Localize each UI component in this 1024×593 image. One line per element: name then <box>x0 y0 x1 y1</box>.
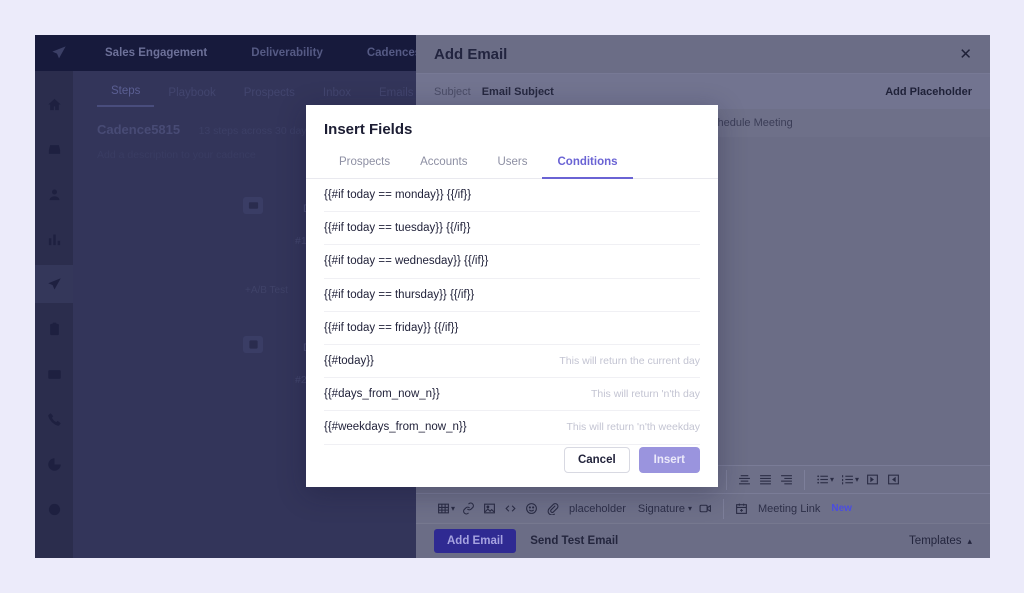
insert-fields-dialog: Insert Fields Prospects Accounts Users C… <box>306 105 718 487</box>
subject-input[interactable]: Email Subject <box>482 86 554 98</box>
field-code: {{#if today == wednesday}} {{/if}} <box>324 255 489 268</box>
topnav-item-deliverability[interactable]: Deliverability <box>229 47 345 59</box>
indent-icon[interactable] <box>883 470 904 490</box>
close-icon[interactable]: ✕ <box>959 47 972 62</box>
insert-fields-tabs: Prospects Accounts Users Conditions <box>306 151 718 179</box>
gear-icon[interactable] <box>35 490 73 528</box>
insert-fields-title: Insert Fields <box>324 121 413 138</box>
insert-button[interactable]: Insert <box>638 447 700 473</box>
emoji-icon[interactable] <box>521 499 542 519</box>
page-title: Cadence5815 <box>97 122 181 137</box>
clipboard-icon[interactable] <box>35 310 73 348</box>
add-email-button[interactable]: Add Email <box>434 529 517 553</box>
tab-playbook[interactable]: Playbook <box>154 87 229 107</box>
person-icon[interactable] <box>35 175 73 213</box>
status-badge: New <box>831 503 852 514</box>
field-code: {{#if today == friday}} {{/if}} <box>324 321 459 334</box>
field-hint: This will return 'n'th weekday <box>566 421 700 434</box>
editor-toolbar-insert: ▾ placeholder Signature ▾ Meeting Link N… <box>416 493 990 523</box>
list-item[interactable]: {{#if today == thursday}} {{/if}} <box>324 279 700 312</box>
chevron-down-icon[interactable]: ▾ <box>688 504 692 513</box>
outdent-icon[interactable] <box>862 470 883 490</box>
list-item[interactable]: {{#if today == friday}} {{/if}} <box>324 312 700 345</box>
calendar-icon[interactable] <box>731 499 752 519</box>
paper-plane-icon[interactable] <box>35 265 73 303</box>
field-code: {{#weekdays_from_now_n}} <box>324 421 467 434</box>
field-hint: This will return the current day <box>559 355 700 368</box>
pie-chart-icon[interactable] <box>35 445 73 483</box>
chevron-down-icon[interactable]: ▾ <box>830 475 834 484</box>
topnav-item-sales-engagement[interactable]: Sales Engagement <box>83 47 229 59</box>
chevron-up-icon: ▴ <box>967 535 972 546</box>
insert-fields-footer: Cancel Insert <box>546 433 718 487</box>
tab-prospects[interactable]: Prospects <box>324 151 405 179</box>
cadence-subtitle: 13 steps across 30 days <box>198 125 312 137</box>
field-code: {{#if today == monday}} {{/if}} <box>324 189 472 202</box>
list-item[interactable]: {{#if today == monday}} {{/if}} <box>324 179 700 213</box>
list-group: ▾ ▾ <box>804 469 911 490</box>
schedule-meeting-label[interactable]: chedule Meeting <box>712 117 793 129</box>
video-icon[interactable] <box>695 499 716 519</box>
insert-group: ▾ placeholder Signature ▾ <box>426 499 723 519</box>
tab-prospects[interactable]: Prospects <box>230 87 309 107</box>
chevron-down-icon[interactable]: ▾ <box>855 475 859 484</box>
bar-chart-icon[interactable] <box>35 220 73 258</box>
list-item[interactable]: {{#days_from_now_n}} This will return 'n… <box>324 378 700 412</box>
add-email-title: Add Email <box>434 45 508 63</box>
envelope-icon <box>243 197 263 214</box>
add-email-footer: Add Email Send Test Email Templates ▴ <box>416 523 990 558</box>
step-number: #1 <box>295 235 307 247</box>
alignment-group <box>726 469 804 490</box>
attachment-icon[interactable] <box>542 499 563 519</box>
paper-plane-icon[interactable] <box>35 35 83 71</box>
linkedin-icon <box>243 336 263 353</box>
meeting-link-group: Meeting Link New <box>723 498 859 519</box>
add-email-header: Add Email ✕ <box>416 35 990 74</box>
templates-label: Templates <box>909 535 962 547</box>
list-item[interactable]: {{#if today == tuesday}} {{/if}} <box>324 212 700 246</box>
align-right-icon[interactable] <box>776 470 797 490</box>
home-icon[interactable] <box>35 85 73 123</box>
subject-row: Subject Email Subject Add Placeholder <box>416 74 990 109</box>
tab-inbox[interactable]: Inbox <box>309 87 365 107</box>
tab-conditions[interactable]: Conditions <box>542 151 633 179</box>
list-item[interactable]: {{#today}} This will return the current … <box>324 345 700 379</box>
placeholder-button[interactable]: placeholder <box>563 503 632 515</box>
chevron-down-icon[interactable]: ▾ <box>451 504 455 513</box>
field-code: {{#days_from_now_n}} <box>324 388 440 401</box>
subject-label: Subject <box>434 85 471 98</box>
field-code: {{#today}} <box>324 355 374 368</box>
meeting-link-button[interactable]: Meeting Link <box>752 503 826 515</box>
step-number: #2 <box>295 374 307 386</box>
signature-button[interactable]: Signature <box>632 503 691 515</box>
code-icon[interactable] <box>500 499 521 519</box>
image-icon[interactable] <box>479 499 500 519</box>
add-placeholder-button[interactable]: Add Placeholder <box>885 86 972 98</box>
cancel-button[interactable]: Cancel <box>563 447 630 473</box>
link-icon[interactable] <box>458 499 479 519</box>
tab-steps[interactable]: Steps <box>97 85 155 107</box>
field-code: {{#if today == tuesday}} {{/if}} <box>324 222 471 235</box>
sidebar-rail <box>35 71 73 558</box>
phone-icon[interactable] <box>35 400 73 438</box>
insert-fields-list: {{#if today == monday}} {{/if}} {{#if to… <box>306 179 718 445</box>
envelope-icon[interactable] <box>35 355 73 393</box>
align-center-icon[interactable] <box>734 470 755 490</box>
list-item[interactable]: {{#if today == wednesday}} {{/if}} <box>324 245 700 279</box>
tab-accounts[interactable]: Accounts <box>405 151 482 179</box>
tab-users[interactable]: Users <box>482 151 542 179</box>
align-justify-icon[interactable] <box>755 470 776 490</box>
inbox-icon[interactable] <box>35 130 73 168</box>
templates-dropdown[interactable]: Templates ▴ <box>909 535 972 547</box>
field-code: {{#if today == thursday}} {{/if}} <box>324 288 475 301</box>
send-test-email-button[interactable]: Send Test Email <box>530 535 618 547</box>
field-hint: This will return 'n'th day <box>590 388 700 401</box>
